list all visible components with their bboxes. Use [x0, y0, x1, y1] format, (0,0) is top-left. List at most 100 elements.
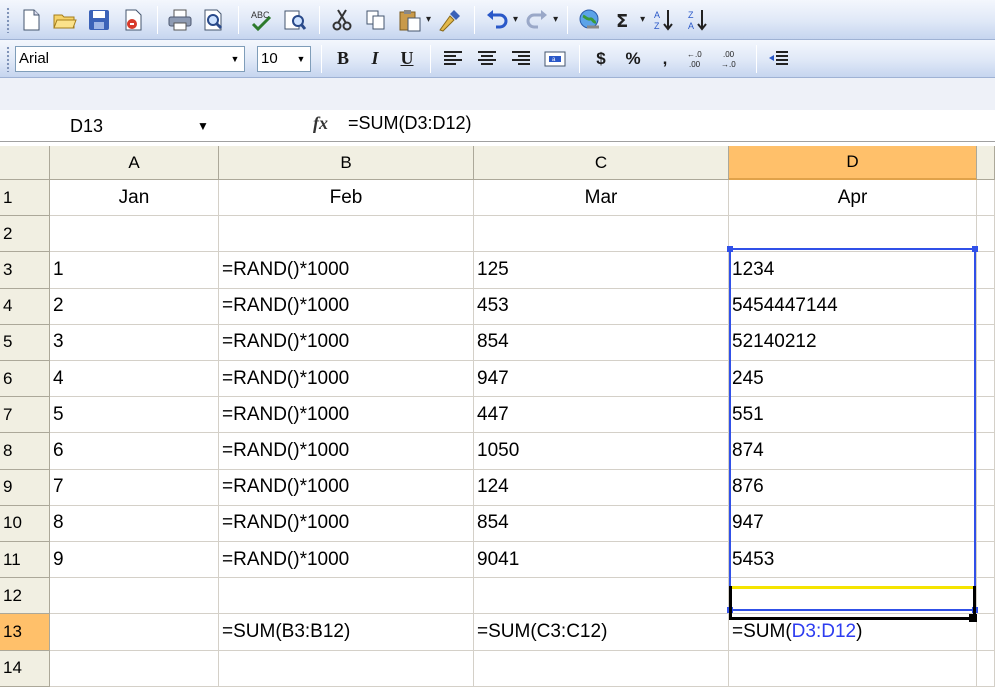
- cell-a12[interactable]: [50, 578, 219, 615]
- format-painter-icon[interactable]: [434, 4, 466, 36]
- cell-d6[interactable]: 245: [729, 361, 977, 398]
- new-icon[interactable]: [15, 4, 47, 36]
- cell-e9[interactable]: [977, 469, 995, 506]
- sort-ascending-icon[interactable]: AZ: [648, 4, 680, 36]
- cell-c3[interactable]: 125: [474, 252, 729, 289]
- row-header-5[interactable]: 5: [0, 324, 50, 361]
- cut-icon[interactable]: [326, 4, 358, 36]
- row-header-8[interactable]: 8: [0, 433, 50, 470]
- column-header-e[interactable]: [977, 146, 995, 180]
- row-header-14[interactable]: 14: [0, 650, 50, 687]
- cell-a13[interactable]: [50, 614, 219, 651]
- column-header-a[interactable]: A: [50, 146, 219, 180]
- cell-b13[interactable]: =SUM(B3:B12): [219, 614, 474, 651]
- cell-e5[interactable]: [977, 324, 995, 361]
- cell-a5[interactable]: 3: [50, 324, 219, 361]
- cell-b3[interactable]: =RAND()*1000: [219, 252, 474, 289]
- toolbar-grip[interactable]: [6, 6, 10, 33]
- cell-a11[interactable]: 9: [50, 542, 219, 579]
- print-preview-icon[interactable]: [198, 4, 230, 36]
- print-icon[interactable]: [164, 4, 196, 36]
- bold-button[interactable]: B: [328, 44, 358, 74]
- cell-e7[interactable]: [977, 397, 995, 434]
- cell-d11[interactable]: 5453: [729, 542, 977, 579]
- cell-b4[interactable]: =RAND()*1000: [219, 288, 474, 325]
- column-header-d[interactable]: D: [729, 146, 977, 180]
- column-header-c[interactable]: C: [474, 146, 729, 180]
- row-header-6[interactable]: 6: [0, 361, 50, 398]
- cell-c4[interactable]: 453: [474, 288, 729, 325]
- increase-decimal-icon[interactable]: ←.0.00: [682, 43, 714, 75]
- insert-function-icon[interactable]: fx: [313, 113, 328, 134]
- cell-d10[interactable]: 947: [729, 505, 977, 542]
- cell-a1[interactable]: Jan: [50, 180, 219, 217]
- cell-b11[interactable]: =RAND()*1000: [219, 542, 474, 579]
- comma-style-button[interactable]: ,: [650, 44, 680, 74]
- cell-d1[interactable]: Apr: [729, 180, 977, 217]
- cell-a3[interactable]: 1: [50, 252, 219, 289]
- permission-icon[interactable]: [117, 4, 149, 36]
- paste-icon[interactable]: [394, 4, 426, 36]
- cell-e8[interactable]: [977, 433, 995, 470]
- cell-c8[interactable]: 1050: [474, 433, 729, 470]
- cell-a2[interactable]: [50, 216, 219, 253]
- cell-c7[interactable]: 447: [474, 397, 729, 434]
- cell-b5[interactable]: =RAND()*1000: [219, 324, 474, 361]
- cell-e10[interactable]: [977, 505, 995, 542]
- cell-c13[interactable]: =SUM(C3:C12): [474, 614, 729, 651]
- cell-d13[interactable]: =SUM(D3:D12): [729, 614, 977, 651]
- cell-a4[interactable]: 2: [50, 288, 219, 325]
- formula-input[interactable]: =SUM(D3:D12): [348, 113, 472, 134]
- cell-b2[interactable]: [219, 216, 474, 253]
- cell-c9[interactable]: 124: [474, 469, 729, 506]
- cell-e6[interactable]: [977, 361, 995, 398]
- chevron-down-icon[interactable]: ▼: [197, 119, 209, 133]
- cell-a8[interactable]: 6: [50, 433, 219, 470]
- row-header-10[interactable]: 10: [0, 505, 50, 542]
- name-box[interactable]: D13: [0, 112, 222, 140]
- row-header-9[interactable]: 9: [0, 469, 50, 506]
- row-header-3[interactable]: 3: [0, 252, 50, 289]
- spelling-icon[interactable]: ABC: [245, 4, 277, 36]
- font-name-combo[interactable]: Arial ▼: [15, 45, 245, 72]
- cell-b7[interactable]: =RAND()*1000: [219, 397, 474, 434]
- cell-a14[interactable]: [50, 650, 219, 687]
- cell-d4[interactable]: 5454447144: [729, 288, 977, 325]
- underline-button[interactable]: U: [392, 44, 422, 74]
- align-left-icon[interactable]: [437, 43, 469, 75]
- cell-c10[interactable]: 854: [474, 505, 729, 542]
- cell-d9[interactable]: 876: [729, 469, 977, 506]
- insert-hyperlink-icon[interactable]: [574, 4, 606, 36]
- percent-button[interactable]: %: [618, 44, 648, 74]
- chevron-down-icon[interactable]: ▼: [226, 46, 244, 71]
- row-header-11[interactable]: 11: [0, 542, 50, 579]
- cell-c12[interactable]: [474, 578, 729, 615]
- cell-d12[interactable]: [729, 578, 977, 615]
- cell-b8[interactable]: =RAND()*1000: [219, 433, 474, 470]
- cell-e13[interactable]: [977, 614, 995, 651]
- cell-e4[interactable]: [977, 288, 995, 325]
- cell-d14[interactable]: [729, 650, 977, 687]
- row-header-7[interactable]: 7: [0, 397, 50, 434]
- italic-button[interactable]: I: [360, 44, 390, 74]
- redo-icon[interactable]: [521, 4, 553, 36]
- row-header-12[interactable]: 12: [0, 578, 50, 615]
- decrease-indent-icon[interactable]: [763, 43, 795, 75]
- undo-dropdown-arrow[interactable]: ▾: [513, 14, 518, 25]
- cell-e11[interactable]: [977, 542, 995, 579]
- decrease-decimal-icon[interactable]: .00 →.0: [716, 43, 748, 75]
- currency-button[interactable]: $: [586, 44, 616, 74]
- cell-b6[interactable]: =RAND()*1000: [219, 361, 474, 398]
- cell-d3[interactable]: 1234: [729, 252, 977, 289]
- cell-a9[interactable]: 7: [50, 469, 219, 506]
- row-header-1[interactable]: 1: [0, 180, 50, 217]
- research-icon[interactable]: [279, 4, 311, 36]
- row-header-4[interactable]: 4: [0, 288, 50, 325]
- cell-e14[interactable]: [977, 650, 995, 687]
- cell-c14[interactable]: [474, 650, 729, 687]
- cell-e1[interactable]: [977, 180, 995, 217]
- copy-icon[interactable]: [360, 4, 392, 36]
- cell-e12[interactable]: [977, 578, 995, 615]
- fill-handle[interactable]: [969, 614, 977, 622]
- cell-e2[interactable]: [977, 216, 995, 253]
